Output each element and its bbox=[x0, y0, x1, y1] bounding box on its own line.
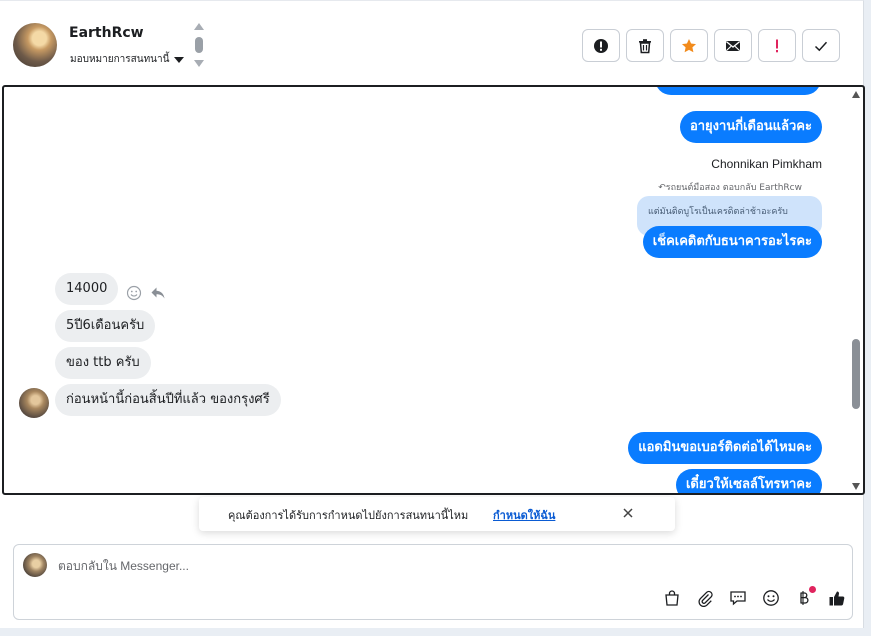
notification-text: คุณต้องการได้รับการกำหนดไปยังการสนทนานี้… bbox=[228, 509, 469, 522]
sender-name: Chonnikan Pimkham bbox=[711, 157, 822, 171]
reply-icon: ↶ bbox=[658, 183, 666, 193]
thumbs-up-icon bbox=[829, 591, 845, 606]
nav-handle bbox=[195, 37, 203, 53]
assign-to-me-link[interactable]: กำหนดให้ฉัน bbox=[493, 506, 555, 524]
shop-button[interactable] bbox=[662, 588, 682, 608]
emoji-icon bbox=[763, 590, 779, 606]
check-icon bbox=[814, 41, 828, 51]
notification-dot bbox=[809, 586, 816, 593]
mark-important-button[interactable] bbox=[758, 29, 796, 62]
like-button[interactable] bbox=[827, 588, 847, 608]
message-outgoing: เดี๋ยวให้เซลล์โทรหาคะ bbox=[675, 469, 822, 493]
payment-button[interactable] bbox=[794, 586, 816, 608]
react-emoji-icon[interactable] bbox=[126, 285, 142, 301]
spam-icon bbox=[594, 38, 608, 53]
trash-icon bbox=[639, 38, 651, 53]
message-incoming: 5ปี6เดือนครับ bbox=[55, 310, 156, 342]
conversation-panel: EarthRcw มอบหมายการสนทนานี้ อายุงานกี่เด… bbox=[0, 0, 865, 628]
saved-replies-button[interactable] bbox=[728, 588, 748, 608]
message-outgoing: เช็คเคดิตกับธนาคารอะไรคะ bbox=[642, 226, 822, 258]
contact-name[interactable]: EarthRcw bbox=[69, 25, 144, 41]
chat-bubble-icon bbox=[730, 591, 746, 606]
paperclip-icon bbox=[698, 590, 713, 607]
message-outgoing bbox=[655, 87, 821, 95]
scroll-thumb[interactable] bbox=[852, 339, 860, 409]
star-icon bbox=[682, 38, 696, 52]
emoji-button[interactable] bbox=[761, 588, 781, 608]
important-icon bbox=[776, 39, 778, 52]
reply-composer bbox=[13, 544, 853, 620]
attach-button[interactable] bbox=[695, 588, 715, 608]
message-actions bbox=[126, 285, 166, 301]
scrollbar[interactable] bbox=[849, 87, 863, 493]
shopping-bag-icon bbox=[665, 590, 679, 606]
assign-label: มอบหมายการสนทนานี้ bbox=[70, 54, 170, 65]
action-toolbar bbox=[582, 29, 840, 62]
sender-avatar bbox=[19, 388, 49, 418]
message-thread[interactable]: อายุงานกี่เดือนแล้วคะ Chonnikan Pimkham … bbox=[2, 85, 865, 495]
message-outgoing: แอดมินขอเบอร์ติดต่อได้ไหมคะ bbox=[628, 432, 822, 464]
arrow-up-icon[interactable] bbox=[194, 23, 204, 30]
reply-context: ↶รถยนต์มือสอง ตอบกลับ EarthRcw bbox=[658, 180, 802, 194]
reply-context-text: รถยนต์มือสอง ตอบกลับ EarthRcw bbox=[665, 183, 802, 193]
assign-notification: คุณต้องการได้รับการกำหนดไปยังการสนทนานี้… bbox=[199, 497, 675, 531]
mark-unread-button[interactable] bbox=[714, 29, 752, 62]
chevron-down-icon bbox=[174, 57, 185, 63]
composer-toolbar bbox=[662, 586, 847, 608]
scroll-up-icon[interactable] bbox=[852, 91, 860, 98]
scroll-down-icon[interactable] bbox=[852, 483, 860, 490]
message-outgoing: อายุงานกี่เดือนแล้วคะ bbox=[679, 111, 822, 143]
arrow-down-icon[interactable] bbox=[194, 60, 204, 67]
mark-done-button[interactable] bbox=[802, 29, 840, 62]
contact-avatar[interactable] bbox=[13, 23, 57, 67]
reply-input[interactable] bbox=[58, 559, 758, 573]
conversation-nav[interactable] bbox=[192, 23, 206, 69]
message-incoming: ของ ttb ครับ bbox=[55, 347, 151, 379]
close-icon[interactable] bbox=[621, 506, 635, 520]
mail-icon bbox=[726, 40, 740, 51]
star-button[interactable] bbox=[670, 29, 708, 62]
assign-dropdown[interactable]: มอบหมายการสนทนานี้ bbox=[70, 52, 185, 67]
mark-spam-button[interactable] bbox=[582, 29, 620, 62]
delete-button[interactable] bbox=[626, 29, 664, 62]
page-avatar bbox=[23, 553, 47, 577]
reply-icon[interactable] bbox=[150, 285, 166, 301]
message-incoming: 14000 bbox=[55, 273, 119, 305]
message-incoming: ก่อนหน้านี้ก่อนสิ้นปีที่แล้ว ของกรุงศรี bbox=[55, 384, 281, 416]
